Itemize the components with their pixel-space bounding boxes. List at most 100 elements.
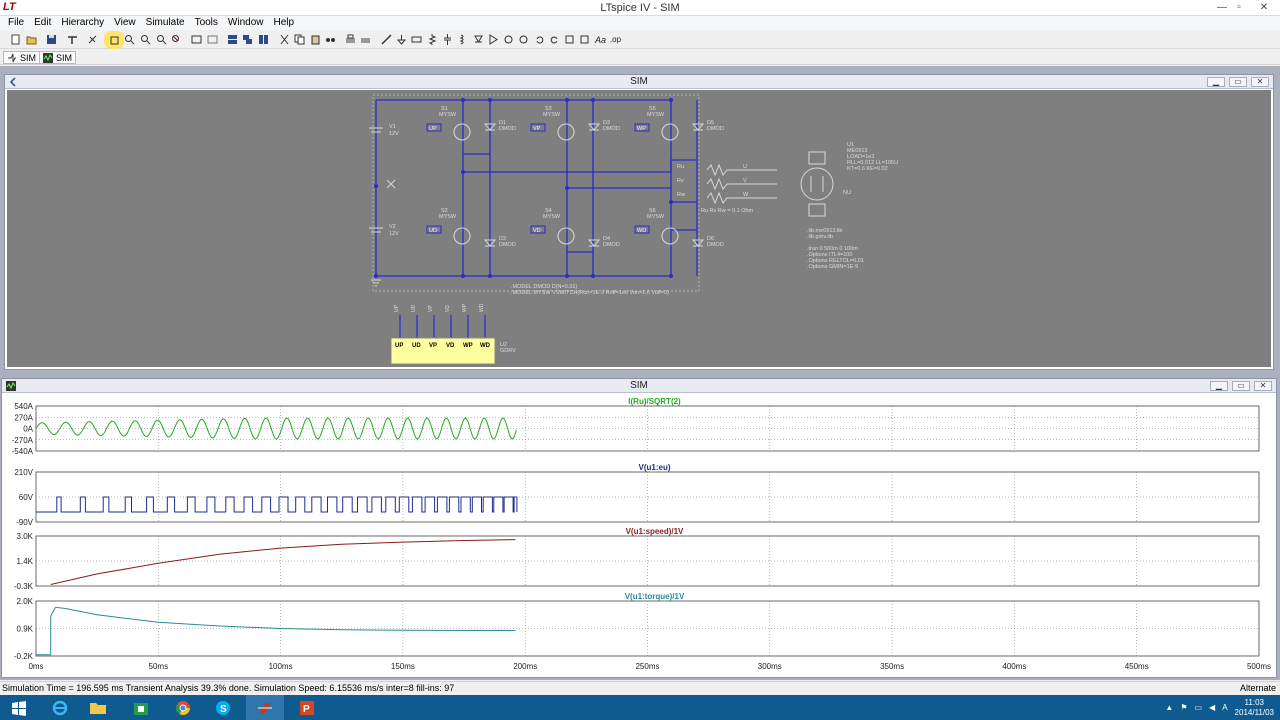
x-tick-label: 400ms [1002,662,1026,671]
inductor-icon[interactable] [456,33,469,46]
trace-title: V(u1:speed)/1V [626,527,684,536]
waveform-window-titlebar: SIM ▁ ▭ ✕ [2,379,1276,393]
grid-icon[interactable] [206,33,219,46]
waveform-close-button[interactable]: ✕ [1254,381,1272,391]
x-tick-label: 250ms [635,662,659,671]
schematic-restore-button[interactable]: ▭ [1229,77,1247,87]
cascade-icon[interactable] [241,33,254,46]
windows-start-icon[interactable] [0,695,38,720]
rotate-icon[interactable] [502,33,515,46]
volume-icon[interactable]: ◀ [1209,703,1215,712]
schematic-window[interactable]: SIM ▁ ▭ ✕ V1 12V V2 12V S1 MYSW S3 MYSW … [4,74,1274,370]
close-button[interactable]: ✕ [1256,1,1272,15]
waveform-window[interactable]: SIM ▁ ▭ ✕ 540A 270A 0A -270A -540A I(Ru)/SQRT… [1,378,1277,678]
label-net-icon[interactable] [410,33,423,46]
halt-simulation-icon[interactable] [104,31,124,49]
label-rv: Rv [677,178,684,184]
menu-edit[interactable]: Edit [29,16,56,30]
capacitor-icon[interactable] [441,33,454,46]
zoom-in-icon[interactable] [123,33,136,46]
control-panel-icon[interactable] [66,33,79,46]
drag-icon[interactable] [563,33,576,46]
paste-icon[interactable] [309,33,322,46]
y-tick-label: -0.3K [14,582,34,591]
powerpoint-icon[interactable]: P [288,695,326,720]
mirror-icon[interactable] [517,33,530,46]
ltspice-icon[interactable] [246,695,284,720]
gdrv-net-up: UP [394,304,400,312]
label-lib2: .lib gdrv.lib [807,234,833,240]
gdrv-pin-vd: VD [446,343,455,349]
copy-icon[interactable] [293,33,306,46]
resistor-icon[interactable] [426,33,439,46]
skype-icon[interactable]: S [204,695,242,720]
label-d5-model: DMOD [707,126,724,132]
x-tick-label: 150ms [391,662,415,671]
x-tick-label: 500ms [1247,662,1271,671]
label-v2-value: 12V [389,231,399,237]
label-d4-model: DMOD [603,242,620,248]
x-tick-label: 100ms [269,662,293,671]
pan-icon[interactable] [139,33,152,46]
waveform-restore-button[interactable]: ▭ [1232,381,1250,391]
label-up-switch: UP [429,126,437,132]
run-simulation-icon[interactable] [86,33,99,46]
waveform-chart[interactable]: 540A 270A 0A -270A -540A I(Ru)/SQRT(2) 210V 60V… [2,394,1278,679]
minimize-button[interactable]: — [1214,1,1230,15]
y-tick-label: 60V [19,493,34,502]
tile-horizontal-icon[interactable] [226,33,239,46]
label-s1-model: MYSW [439,112,457,118]
waveform-minimize-button[interactable]: ▁ [1210,381,1228,391]
zoom-fit-icon[interactable] [170,33,183,46]
tile-vertical-icon[interactable] [257,33,270,46]
waveform-window-title: SIM [630,380,648,391]
diode-icon[interactable] [472,33,485,46]
menu-simulate[interactable]: Simulate [141,16,190,30]
menu-window[interactable]: Window [223,16,269,30]
schematic-minimize-button[interactable]: ▁ [1207,77,1225,87]
menu-view[interactable]: View [109,16,141,30]
print-preview-icon[interactable] [359,33,372,46]
open-folder-icon[interactable] [25,33,38,46]
gdrv-block[interactable]: UP UD VP VD WP WD UP UD VP VD WP WD [390,303,496,365]
schematic-canvas[interactable]: V1 12V V2 12V S1 MYSW S3 MYSW S5 MYSW S2… [7,90,1271,367]
show-hidden-icons-icon[interactable]: ▲ [1165,703,1173,712]
save-icon[interactable] [45,33,58,46]
component-icon[interactable] [487,33,500,46]
menu-tools[interactable]: Tools [190,16,223,30]
network-icon[interactable]: ▭ [1194,703,1202,712]
label-vp-switch: VP [533,126,541,132]
menu-hierarchy[interactable]: Hierarchy [56,16,109,30]
label-d1-model: DMOD [499,126,516,132]
gdrv-pin-wp: WP [463,343,473,349]
menu-file[interactable]: File [3,16,29,30]
zoom-out-icon[interactable] [155,33,168,46]
gdrv-pin-wd: WD [480,343,491,349]
schematic-close-button[interactable]: ✕ [1251,77,1269,87]
redo-icon[interactable] [548,33,561,46]
autorange-icon[interactable] [190,33,203,46]
move-icon[interactable] [578,33,591,46]
tab-waveform-sim[interactable]: SIM [39,51,77,64]
taskbar-clock[interactable]: 11:03 2014/11/03 [1235,698,1274,718]
chrome-icon[interactable] [164,695,202,720]
tab-schematic-sim[interactable]: SIM [3,51,41,64]
new-schematic-icon[interactable] [9,33,22,46]
ime-icon[interactable]: A [1222,703,1227,712]
internet-explorer-icon[interactable] [41,695,79,720]
draw-wire-icon[interactable] [380,33,393,46]
window-titlebar: LT LTspice IV - SIM — ▫ ✕ [0,0,1280,16]
print-icon[interactable] [344,33,357,46]
spice-directive-icon[interactable]: .op [609,33,622,46]
waveform-plot-area[interactable]: 540A 270A 0A -270A -540A I(Ru)/SQRT(2) 210V 60V… [2,394,1276,677]
maximize-button[interactable]: ▫ [1231,1,1247,15]
undo-icon[interactable] [533,33,546,46]
menu-help[interactable]: Help [269,16,300,30]
cut-icon[interactable] [278,33,291,46]
store-icon[interactable] [122,695,160,720]
find-icon[interactable] [324,33,337,46]
ground-icon[interactable] [395,33,408,46]
file-explorer-icon[interactable] [79,695,117,720]
flag-icon[interactable]: ⚑ [1180,703,1187,712]
text-icon[interactable]: Aa [594,33,607,46]
